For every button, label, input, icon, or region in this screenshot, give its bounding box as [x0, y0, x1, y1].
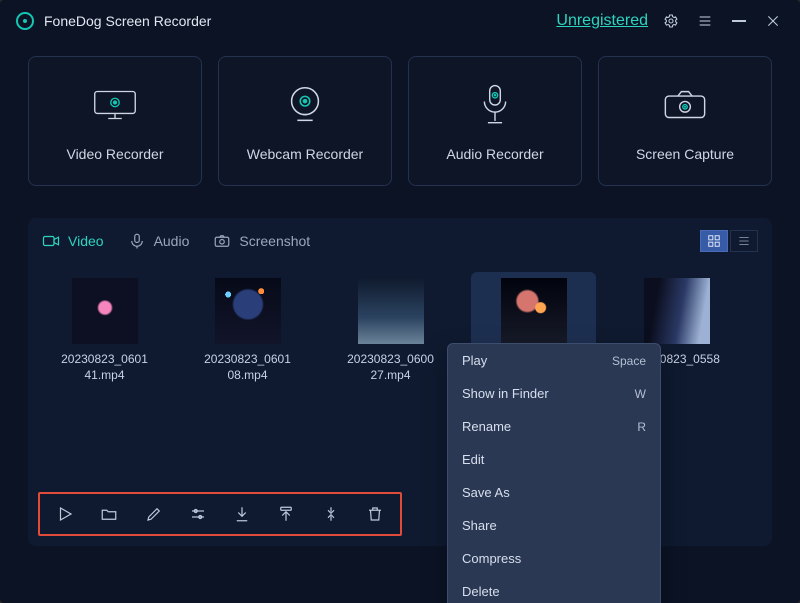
- layout-list-button[interactable]: [730, 230, 758, 252]
- webcam-icon: [282, 82, 328, 128]
- edit-button[interactable]: [145, 502, 163, 526]
- menu-label: Save As: [462, 485, 510, 500]
- sliders-icon: [189, 505, 207, 523]
- download-icon: [233, 505, 251, 523]
- menu-label: Show in Finder: [462, 386, 549, 401]
- thumbnail: [72, 278, 138, 344]
- mode-cards: Video Recorder Webcam Recorder Audio Rec…: [0, 42, 800, 206]
- compress-button[interactable]: [322, 502, 340, 526]
- tab-label: Audio: [154, 233, 190, 249]
- title-bar: FoneDog Screen Recorder Unregistered: [0, 0, 800, 42]
- media-item[interactable]: 20230823_060027.mp4: [328, 272, 453, 389]
- close-icon: [765, 13, 781, 29]
- menu-label: Share: [462, 518, 497, 533]
- unregistered-link[interactable]: Unregistered: [556, 12, 648, 30]
- context-menu: Play Space Show in Finder W Rename R Edi…: [447, 343, 661, 603]
- tab-label: Video: [68, 233, 104, 249]
- tab-video[interactable]: Video: [42, 232, 104, 250]
- folder-icon: [100, 505, 118, 523]
- trash-icon: [366, 505, 384, 523]
- thumbnail: [215, 278, 281, 344]
- card-audio-recorder[interactable]: Audio Recorder: [408, 56, 582, 186]
- tab-screenshot[interactable]: Screenshot: [213, 232, 310, 250]
- monitor-record-icon: [88, 85, 142, 125]
- menu-item-compress[interactable]: Compress: [448, 542, 660, 575]
- layout-grid-button[interactable]: [700, 230, 728, 252]
- compress-icon: [322, 505, 340, 523]
- export-button[interactable]: [277, 502, 295, 526]
- settings-button[interactable]: [660, 10, 682, 32]
- adjust-button[interactable]: [189, 502, 207, 526]
- camera-small-icon: [213, 232, 231, 250]
- file-name: 20230823_060141.mp4: [50, 352, 160, 383]
- menu-label: Play: [462, 353, 487, 368]
- pencil-icon: [145, 505, 163, 523]
- card-video-recorder[interactable]: Video Recorder: [28, 56, 202, 186]
- play-icon: [56, 505, 74, 523]
- app-window: FoneDog Screen Recorder Unregistered Vid…: [0, 0, 800, 603]
- header-right: Unregistered: [556, 10, 784, 32]
- menu-label: Delete: [462, 584, 500, 599]
- menu-shortcut: Space: [612, 354, 646, 368]
- close-button[interactable]: [762, 10, 784, 32]
- thumbnail: [644, 278, 710, 344]
- card-label: Screen Capture: [636, 146, 734, 162]
- menu-item-share[interactable]: Share: [448, 509, 660, 542]
- card-label: Webcam Recorder: [247, 146, 363, 162]
- import-button[interactable]: [233, 502, 251, 526]
- delete-button[interactable]: [366, 502, 384, 526]
- menu-icon: [697, 13, 713, 29]
- minimize-button[interactable]: [728, 10, 750, 32]
- file-name: 20230823_060027.mp4: [336, 352, 446, 383]
- menu-item-show-in-finder[interactable]: Show in Finder W: [448, 377, 660, 410]
- menu-label: Rename: [462, 419, 511, 434]
- logo-icon: [16, 12, 34, 30]
- upload-share-icon: [277, 505, 295, 523]
- media-item[interactable]: 20230823_060108.mp4: [185, 272, 310, 389]
- camera-icon: [660, 85, 710, 125]
- menu-item-edit[interactable]: Edit: [448, 443, 660, 476]
- menu-item-save-as[interactable]: Save As: [448, 476, 660, 509]
- layout-toggle: [700, 230, 758, 252]
- tab-audio[interactable]: Audio: [128, 232, 190, 250]
- thumbnail: [501, 278, 567, 344]
- list-icon: [737, 234, 751, 248]
- file-name: 20230823_060108.mp4: [193, 352, 303, 383]
- mic-small-icon: [128, 232, 146, 250]
- media-item[interactable]: 20230823_060141.mp4: [42, 272, 167, 389]
- app-title: FoneDog Screen Recorder: [44, 13, 211, 29]
- card-label: Video Recorder: [66, 146, 163, 162]
- menu-label: Edit: [462, 452, 484, 467]
- menu-item-play[interactable]: Play Space: [448, 344, 660, 377]
- card-label: Audio Recorder: [446, 146, 543, 162]
- menu-shortcut: R: [637, 420, 646, 434]
- open-folder-button[interactable]: [100, 502, 118, 526]
- grid-icon: [707, 234, 721, 248]
- menu-shortcut: W: [635, 387, 646, 401]
- video-icon: [42, 232, 60, 250]
- card-screen-capture[interactable]: Screen Capture: [598, 56, 772, 186]
- menu-item-rename[interactable]: Rename R: [448, 410, 660, 443]
- menu-label: Compress: [462, 551, 521, 566]
- thumbnail: [358, 278, 424, 344]
- play-button[interactable]: [56, 502, 74, 526]
- card-webcam-recorder[interactable]: Webcam Recorder: [218, 56, 392, 186]
- media-toolbar: [38, 492, 402, 536]
- microphone-icon: [477, 82, 513, 128]
- gear-icon: [663, 13, 679, 29]
- tab-label: Screenshot: [239, 233, 310, 249]
- menu-item-delete[interactable]: Delete: [448, 575, 660, 603]
- menu-button[interactable]: [694, 10, 716, 32]
- tabs: Video Audio Screenshot: [42, 230, 758, 252]
- minimize-icon: [732, 20, 746, 22]
